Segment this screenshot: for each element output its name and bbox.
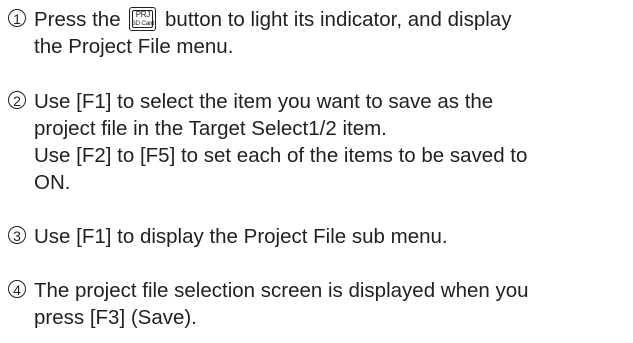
step-3: 3 Use [F1] to display the Project File s…	[8, 223, 625, 250]
step-3-line-1: Use [F1] to display the Project File sub…	[34, 225, 448, 248]
step-number-4: 4	[8, 280, 26, 298]
step-2-line-1: Use [F1] to select the item you want to …	[34, 90, 494, 113]
step-1-text: Press the PRJ SD Card button to light it…	[34, 6, 625, 60]
step-number-3: 3	[8, 226, 26, 244]
step-2: 2 Use [F1] to select the item you want t…	[8, 88, 625, 196]
step-4-line-1: The project file selection screen is dis…	[34, 279, 529, 302]
step-2-line-3: Use [F2] to [F5] to set each of the item…	[34, 144, 528, 167]
step-2-text: Use [F1] to select the item you want to …	[34, 88, 625, 196]
prj-key-label: PRJ	[135, 10, 151, 19]
sd-card-key-label: SD Card	[131, 20, 155, 27]
step-number-1: 1	[8, 9, 26, 27]
step-4-line-2: press [F3] (Save).	[34, 306, 197, 329]
instruction-steps: 1 Press the PRJ SD Card button to light …	[0, 0, 633, 343]
step-number-2: 2	[8, 91, 26, 109]
step-1-line-2: the Project File menu.	[34, 35, 234, 58]
step-2-line-2: project file in the Target Select1/2 ite…	[34, 117, 387, 140]
step-4-text: The project file selection screen is dis…	[34, 277, 625, 331]
step-3-text: Use [F1] to display the Project File sub…	[34, 223, 625, 250]
step-1: 1 Press the PRJ SD Card button to light …	[8, 6, 625, 60]
step-2-line-4: ON.	[34, 171, 71, 194]
step-1-line-1: Press the PRJ SD Card button to light it…	[34, 7, 512, 31]
prj-sd-card-button-icon: PRJ SD Card	[129, 7, 157, 31]
step-4: 4 The project file selection screen is d…	[8, 277, 625, 331]
